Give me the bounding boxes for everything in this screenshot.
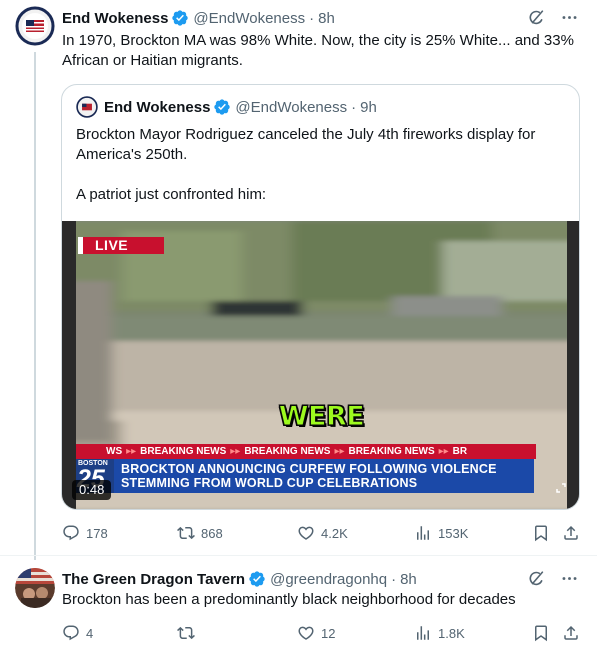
- video-duration: 0:48: [72, 480, 112, 500]
- ticker-item: BREAKING NEWS: [140, 446, 227, 457]
- ticker-item: BREAKING NEWS: [348, 446, 435, 457]
- quoted-tweet[interactable]: End Wokeness @EndWokeness · 9h Brockton …: [61, 84, 580, 510]
- separator-dot: ·: [391, 570, 397, 588]
- quoted-author-handle: @EndWokeness: [235, 98, 348, 116]
- views-icon: [417, 626, 429, 640]
- grok-icon[interactable]: [527, 8, 546, 27]
- author-name[interactable]: End Wokeness: [62, 10, 168, 27]
- ticker-item: BREAKING NEWS: [244, 446, 331, 457]
- like-icon: [298, 526, 314, 540]
- reply-top-actions: [527, 569, 579, 588]
- headline-line: STEMMING FROM WORLD CUP CELEBRATIONS: [121, 476, 418, 490]
- bookmark-button[interactable]: [532, 624, 550, 642]
- reply-icon: [63, 525, 79, 541]
- views-button[interactable]: 153K: [414, 524, 468, 542]
- main-tweet[interactable]: End Wokeness @EndWokeness · 8h In 1970, …: [0, 0, 597, 555]
- quoted-author-avatar: [76, 96, 98, 118]
- verified-badge-icon: [213, 98, 231, 116]
- separator-dot: ·: [351, 98, 357, 116]
- reply-author-avatar[interactable]: [15, 568, 55, 608]
- like-count: 4.2K: [321, 525, 348, 541]
- reply-tweet[interactable]: The Green Dragon Tavern @greendragonhq ·…: [0, 555, 597, 659]
- reply-button[interactable]: 4: [62, 624, 93, 642]
- quoted-text-paragraph: Brockton Mayor Rodriguez canceled the Ju…: [76, 126, 536, 163]
- expand-icon[interactable]: [555, 481, 567, 493]
- reply-count: 4: [86, 625, 94, 641]
- retweet-icon: [177, 526, 195, 540]
- more-icon[interactable]: [560, 8, 579, 27]
- verified-badge-icon[interactable]: [171, 9, 189, 27]
- grok-icon[interactable]: [527, 569, 546, 588]
- tweet-actions: 178 868 4.2K 153K: [62, 524, 582, 544]
- views-count: 1.8K: [438, 625, 465, 641]
- reply-tweet-text: Brockton has been a predominantly black …: [62, 591, 516, 608]
- retweet-count: 868: [201, 525, 223, 541]
- share-button[interactable]: [562, 524, 580, 542]
- like-icon: [298, 626, 314, 640]
- reply-author-name[interactable]: The Green Dragon Tavern: [62, 571, 245, 588]
- retweet-button[interactable]: 868: [177, 524, 223, 542]
- live-badge: LIVE: [78, 237, 164, 254]
- headline-line: BROCKTON ANNOUNCING CURFEW FOLLOWING VIO…: [121, 462, 497, 476]
- reply-tweet-actions: 4 12 1.8K: [62, 624, 582, 644]
- tweet-text: In 1970, Brockton MA was 98% White. Now,…: [62, 32, 574, 69]
- author-handle[interactable]: @EndWokeness: [193, 10, 305, 27]
- share-icon: [564, 525, 578, 540]
- tweet-timestamp[interactable]: 8h: [318, 10, 335, 27]
- reply-timestamp[interactable]: 8h: [400, 571, 417, 588]
- bookmark-icon: [535, 525, 547, 542]
- quoted-tweet-header: End Wokeness @EndWokeness · 9h: [76, 96, 377, 118]
- tweet-header: End Wokeness @EndWokeness · 8h: [62, 8, 335, 28]
- quoted-tweet-text: Brockton Mayor Rodriguez canceled the Ju…: [76, 125, 566, 205]
- views-count: 153K: [438, 525, 469, 541]
- views-button[interactable]: 1.8K: [414, 624, 465, 642]
- more-icon[interactable]: [560, 569, 579, 588]
- tweet-top-actions: [527, 8, 579, 27]
- bookmark-icon: [535, 625, 547, 642]
- bookmark-button[interactable]: [532, 524, 550, 542]
- share-button[interactable]: [562, 624, 580, 642]
- like-button[interactable]: 12: [297, 624, 335, 642]
- reply-button[interactable]: 178: [62, 524, 108, 542]
- retweet-button[interactable]: [177, 624, 201, 642]
- quoted-author-name: End Wokeness: [104, 98, 211, 116]
- reply-icon: [63, 625, 79, 641]
- reply-count: 178: [86, 525, 108, 541]
- reply-author-handle[interactable]: @greendragonhq: [270, 571, 387, 588]
- separator-dot: ·: [309, 9, 315, 27]
- quoted-tweet-timestamp: 9h: [360, 98, 377, 116]
- share-icon: [564, 625, 578, 640]
- video-caption: WERE: [278, 401, 365, 433]
- author-avatar[interactable]: [15, 6, 55, 46]
- ticker-item: WS: [106, 446, 123, 457]
- like-button[interactable]: 4.2K: [297, 524, 348, 542]
- views-icon: [417, 526, 429, 540]
- news-headline: BROCKTON ANNOUNCING CURFEW FOLLOWING VIO…: [114, 459, 534, 493]
- ticker-item: BR: [452, 446, 468, 457]
- like-count: 12: [321, 625, 336, 641]
- verified-badge-icon[interactable]: [248, 570, 266, 588]
- video-player[interactable]: LIVE WERE WS ▸▸ BREAKING NEWS ▸▸ BREAKING NE…: [62, 221, 579, 509]
- reply-tweet-header: The Green Dragon Tavern @greendragonhq ·…: [62, 569, 417, 589]
- retweet-icon: [177, 626, 195, 640]
- news-ticker: WS ▸▸ BREAKING NEWS ▸▸ BREAKING NEWS ▸▸ BREAKI…: [76, 444, 536, 459]
- quoted-text-paragraph: A patriot just confronted him:: [76, 186, 267, 203]
